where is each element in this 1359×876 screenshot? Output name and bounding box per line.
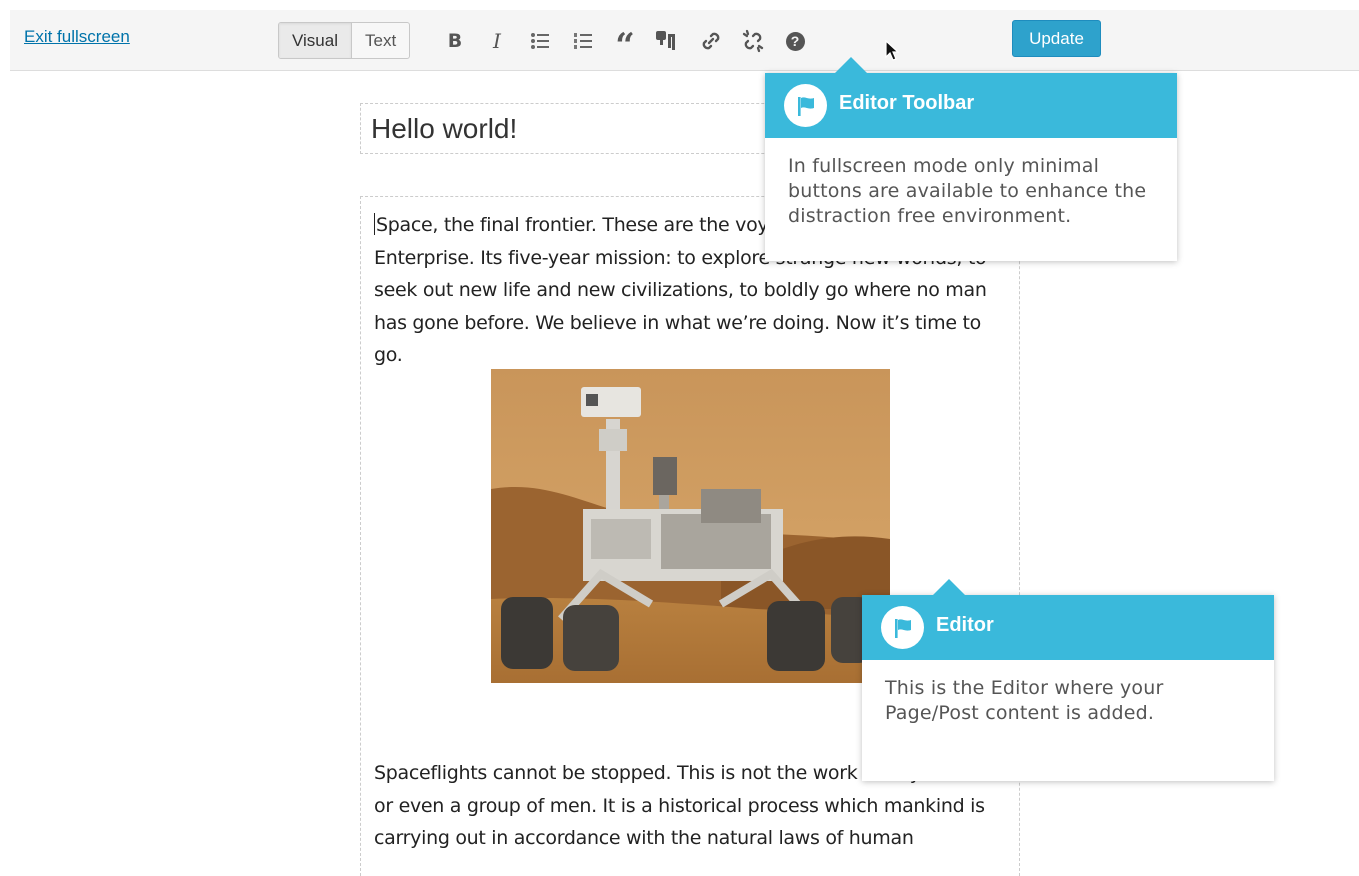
visual-tab[interactable]: Visual	[279, 23, 352, 58]
tooltip-title: Editor	[936, 614, 994, 636]
paragraph-icon[interactable]	[654, 28, 680, 54]
update-button[interactable]: Update	[1012, 20, 1101, 57]
blockquote-icon[interactable]: “	[612, 28, 638, 63]
bullet-list-glyph	[531, 33, 549, 49]
tooltip-title: Editor Toolbar	[839, 92, 975, 114]
italic-icon[interactable]: I	[484, 28, 510, 54]
paragraph-line: seek out new life and new civilizations,…	[374, 279, 987, 301]
text-caret	[374, 213, 375, 235]
numbered-list-glyph	[574, 33, 592, 49]
text-tab[interactable]: Text	[352, 23, 409, 58]
tour-tooltip-editor: Editor This is the Editor where your Pag…	[862, 579, 1274, 781]
paragraph-line: has gone before. We believe in what we’r…	[374, 311, 981, 367]
bullet-list-icon[interactable]	[527, 28, 553, 54]
paragraph-glyph	[656, 31, 675, 50]
numbered-list-icon[interactable]	[570, 28, 596, 54]
link-icon[interactable]	[698, 28, 724, 54]
unlink-glyph	[742, 29, 764, 53]
exit-fullscreen-link[interactable]: Exit fullscreen	[24, 27, 130, 47]
tour-tooltip-toolbar: Editor Toolbar In fullscreen mode only m…	[765, 57, 1177, 261]
post-title: Hello world!	[371, 113, 518, 144]
flag-icon	[881, 606, 924, 649]
rover-illustration	[491, 369, 890, 683]
paragraph-line: or even a group of men. It is a historic…	[374, 794, 985, 817]
tooltip-body: This is the Editor where your Page/Post …	[885, 677, 1164, 724]
editor-mode-switch: Visual Text	[278, 22, 411, 59]
cursor-icon	[885, 40, 900, 61]
tooltip-arrow	[933, 579, 965, 595]
help-icon[interactable]: ?	[782, 28, 808, 54]
unlink-icon[interactable]	[740, 28, 766, 54]
mars-rover-image[interactable]	[491, 369, 890, 683]
link-glyph	[702, 32, 720, 50]
tooltip-header: Editor	[862, 579, 1274, 660]
tooltip-header: Editor Toolbar	[765, 57, 1177, 138]
tooltip-body: In fullscreen mode only minimal buttons …	[788, 155, 1147, 227]
editor-toolbar: Exit fullscreen Visual Text B I “ ? Upda…	[10, 10, 1359, 71]
tooltip-arrow	[835, 57, 867, 73]
bold-icon[interactable]: B	[442, 28, 468, 54]
flag-icon	[784, 84, 827, 127]
